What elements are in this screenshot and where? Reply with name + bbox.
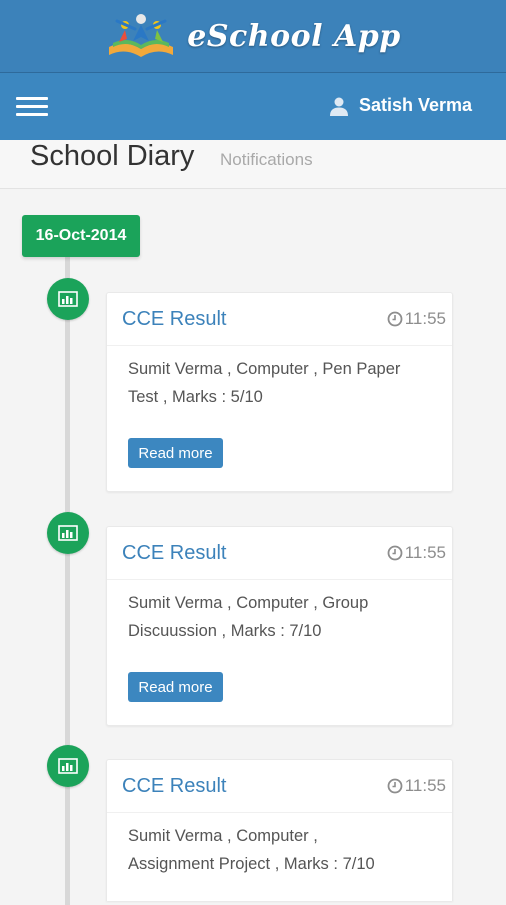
entry-body-line: Discuussion , Marks : 7/10 bbox=[128, 622, 322, 640]
entry-time: 11:55 bbox=[387, 776, 446, 796]
page-subtitle: Notifications bbox=[220, 150, 313, 169]
app-name: eSchool App bbox=[187, 18, 401, 54]
entry-body-line: Sumit Verma , Computer , Pen Paper bbox=[128, 360, 401, 378]
user-menu[interactable]: Satish Verma bbox=[329, 95, 472, 116]
clock-icon bbox=[387, 311, 403, 327]
read-more-button[interactable]: Read more bbox=[128, 672, 223, 702]
entry-time-value: 11:55 bbox=[404, 543, 446, 562]
app-banner: eSchool App bbox=[0, 0, 506, 73]
app-logo: eSchool App bbox=[105, 9, 400, 63]
entry-time-value: 11:55 bbox=[404, 776, 446, 795]
bar-chart-icon bbox=[47, 745, 89, 787]
navbar: Satish Verma bbox=[0, 73, 506, 140]
timeline-date-badge: 16-Oct-2014 bbox=[22, 215, 140, 257]
card-header: CCE Result 11:55 bbox=[107, 760, 452, 813]
timeline-entry-card: CCE Result 11:55 Sumit Verma , Computer … bbox=[106, 526, 453, 726]
entry-body: Sumit Verma , Computer , Pen Paper Test … bbox=[128, 355, 440, 411]
entry-time: 11:55 bbox=[387, 543, 446, 563]
card-header: CCE Result 11:55 bbox=[107, 293, 452, 346]
entry-time: 11:55 bbox=[387, 309, 446, 329]
entry-title[interactable]: CCE Result bbox=[122, 542, 226, 565]
timeline-line bbox=[65, 255, 70, 905]
user-name: Satish Verma bbox=[358, 95, 472, 115]
timeline-entry-card: CCE Result 11:55 Sumit Verma , Computer … bbox=[106, 292, 453, 492]
bar-chart-icon bbox=[47, 512, 89, 554]
entry-body-line: Test , Marks : 5/10 bbox=[128, 388, 263, 406]
clock-icon bbox=[387, 545, 403, 561]
page-title: School Diary bbox=[30, 140, 195, 172]
entry-body: Sumit Verma , Computer , Group Discuussi… bbox=[128, 589, 440, 645]
user-icon bbox=[329, 97, 348, 116]
entry-title[interactable]: CCE Result bbox=[122, 775, 226, 798]
bar-chart-icon bbox=[47, 278, 89, 320]
entry-body-line: Sumit Verma , Computer , Group bbox=[128, 594, 369, 612]
entry-title[interactable]: CCE Result bbox=[122, 308, 226, 331]
entry-body: Sumit Verma , Computer , Assignment Proj… bbox=[128, 822, 440, 878]
school-logo-icon bbox=[109, 14, 174, 57]
page-header: School Diary Notifications bbox=[0, 140, 506, 189]
entry-body-line: Assignment Project , Marks : 7/10 bbox=[128, 855, 375, 873]
entry-time-value: 11:55 bbox=[404, 309, 446, 328]
read-more-button[interactable]: Read more bbox=[128, 438, 223, 468]
hamburger-menu-icon[interactable] bbox=[16, 95, 48, 119]
entry-body-line: Sumit Verma , Computer , bbox=[128, 827, 318, 845]
card-header: CCE Result 11:55 bbox=[107, 527, 452, 580]
clock-icon bbox=[387, 778, 403, 794]
timeline-entry-card: CCE Result 11:55 Sumit Verma , Computer … bbox=[106, 759, 453, 901]
